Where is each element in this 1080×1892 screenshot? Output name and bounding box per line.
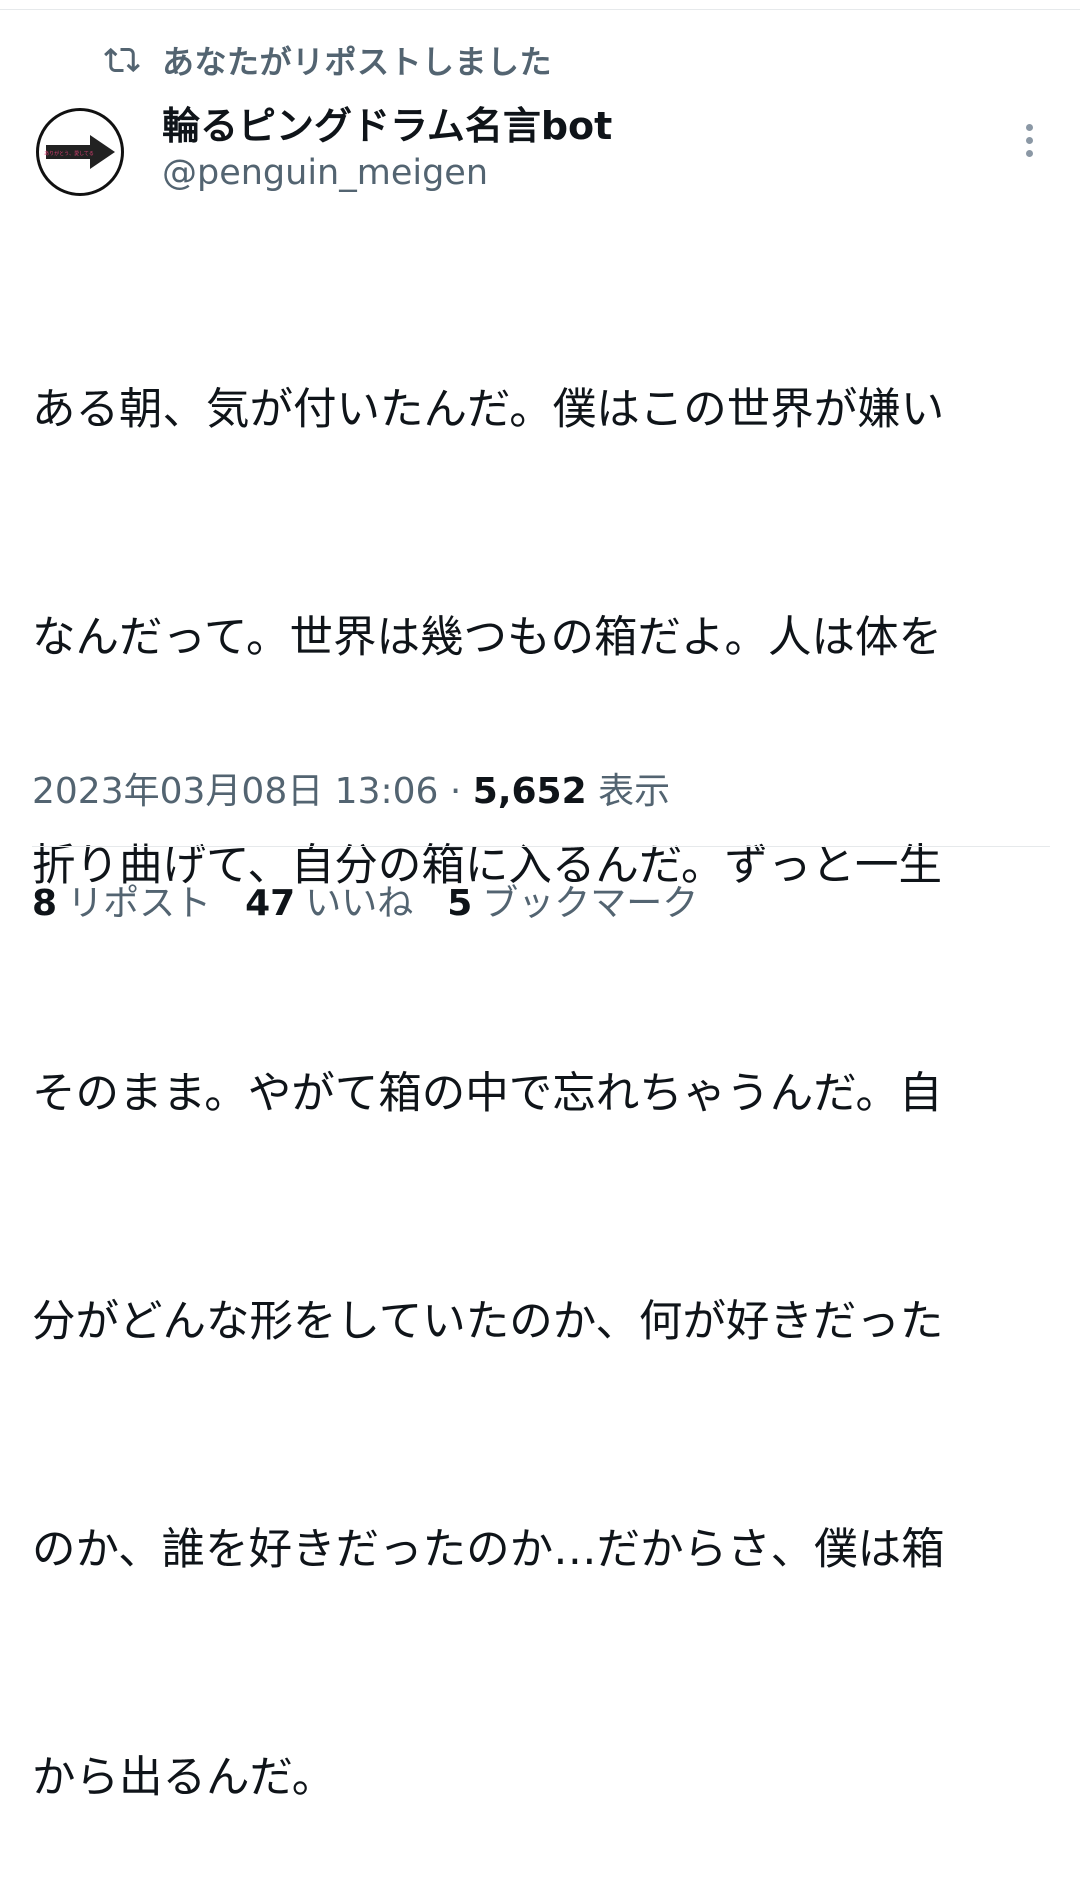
repost-count: 8 bbox=[32, 883, 58, 924]
more-dot bbox=[1026, 150, 1033, 157]
bookmark-stat[interactable]: 5 ブックマーク bbox=[447, 878, 698, 930]
tweet-line: から出るんだ。 bbox=[32, 1753, 336, 1803]
bookmark-label: ブックマーク bbox=[482, 883, 699, 924]
tweet-line: 分がどんな形をしていたのか、何が好きだった bbox=[32, 1297, 944, 1347]
view-count: 5,652 bbox=[472, 771, 587, 812]
repost-icon bbox=[104, 47, 140, 73]
bookmark-count: 5 bbox=[447, 883, 473, 924]
like-count: 47 bbox=[245, 883, 296, 924]
repost-stat[interactable]: 8 リポスト bbox=[32, 878, 211, 930]
tweet-text: ある朝、気が付いたんだ。僕はこの世界が嫌い なんだって。世界は幾つもの箱だよ。人… bbox=[32, 220, 1047, 1892]
repost-banner-text: あなたがリポストしました bbox=[162, 43, 553, 81]
author-name[interactable]: 輪るピングドラム名言bot bbox=[162, 100, 612, 152]
like-stat[interactable]: 47 いいね bbox=[245, 878, 413, 930]
tweet-line: そのまま。やがて箱の中で忘れちゃうんだ。自 bbox=[32, 1069, 943, 1119]
top-divider bbox=[0, 9, 1080, 10]
engagement-stats: 8 リポスト 47 いいね 5 ブックマーク bbox=[32, 878, 732, 930]
avatar[interactable]: ありがとう、愛してる bbox=[36, 108, 124, 196]
like-label: いいね bbox=[305, 883, 414, 924]
avatar-caption: ありがとう、愛してる bbox=[44, 150, 94, 157]
timestamp[interactable]: 2023年03月08日 13:06 bbox=[32, 771, 438, 812]
author-handle[interactable]: @penguin_meigen bbox=[162, 148, 488, 198]
tweet-meta: 2023年03月08日 13:06 · 5,652 表示 bbox=[32, 766, 670, 818]
repost-label: リポスト bbox=[67, 883, 212, 924]
more-dot bbox=[1026, 137, 1033, 144]
more-dot bbox=[1026, 124, 1033, 131]
tweet-line: のか、誰を好きだったのか…だからさ、僕は箱 bbox=[32, 1525, 945, 1575]
arrow-right-icon: ありがとう、愛してる bbox=[44, 135, 115, 169]
tweet-line: ある朝、気が付いたんだ。僕はこの世界が嫌い bbox=[32, 385, 945, 435]
view-label: 表示 bbox=[598, 771, 671, 812]
more-options-icon[interactable] bbox=[1012, 118, 1048, 162]
tweet-line: なんだって。世界は幾つもの箱だよ。人は体を bbox=[32, 613, 943, 663]
meta-separator: · bbox=[438, 771, 473, 812]
stats-divider bbox=[32, 846, 1050, 847]
repost-banner[interactable]: あなたがリポストしました bbox=[104, 38, 552, 82]
